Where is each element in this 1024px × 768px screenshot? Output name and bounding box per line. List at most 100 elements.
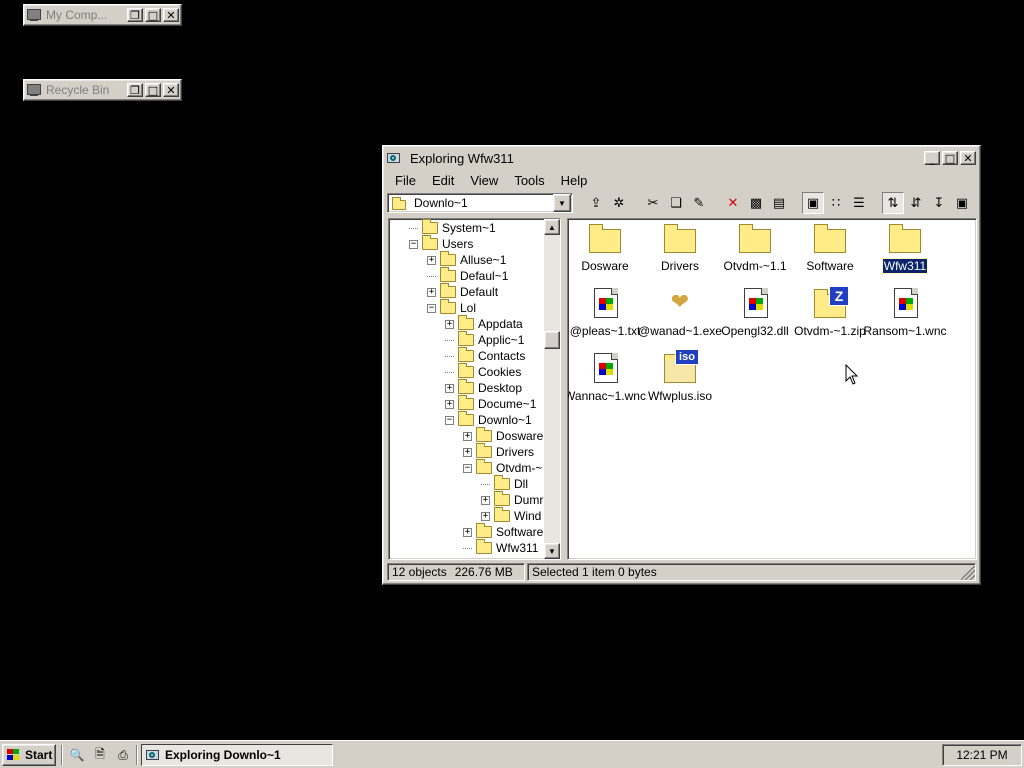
folder-icon	[813, 223, 847, 255]
expand-icon[interactable]: +	[463, 431, 472, 441]
expand-icon[interactable]: +	[427, 287, 436, 297]
tree-item[interactable]: + Dumr	[481, 491, 544, 508]
sort-by-date-button[interactable]: ▣	[951, 192, 973, 214]
expand-icon[interactable]: +	[463, 447, 472, 457]
file-item[interactable]: Dosware	[568, 223, 644, 273]
restore-button[interactable]: ❐	[127, 83, 143, 97]
paste-button[interactable]: ✎	[688, 192, 710, 214]
tree-item[interactable]: Contacts	[445, 347, 525, 364]
tree-item[interactable]: + Drivers	[463, 443, 534, 460]
sort-by-type-button[interactable]: ⇵	[905, 192, 927, 214]
file-item[interactable]: Drivers	[641, 223, 719, 273]
file-item[interactable]: ❤ @wanad~1.exe	[638, 288, 722, 339]
collapse-icon[interactable]: −	[427, 303, 436, 313]
small-icons-button[interactable]: ∷	[825, 192, 847, 214]
taskbar-item-exploring[interactable]: Exploring Downlo~1	[141, 744, 333, 766]
close-button[interactable]: ✕	[163, 83, 179, 97]
collapse-icon[interactable]: −	[445, 415, 454, 425]
tree-item[interactable]: Wfw311	[463, 539, 538, 556]
file-item[interactable]: Wannac~1.wnc	[568, 353, 646, 403]
menu-help[interactable]: Help	[553, 173, 596, 188]
file-item[interactable]: iso Wfwplus.iso	[641, 349, 719, 403]
map-network-drive-button[interactable]: ✲	[608, 192, 630, 214]
list-view-button[interactable]: ☰	[848, 192, 870, 214]
tree-item[interactable]: + Desktop	[445, 379, 522, 396]
close-button[interactable]: ✕	[163, 8, 179, 22]
tree-scrollbar[interactable]: ▲ ▼	[544, 219, 560, 559]
sort-by-size-button[interactable]: ↧	[928, 192, 950, 214]
minimized-window-my-computer[interactable]: My Comp... ❐ □ ✕	[23, 4, 182, 26]
tree-item[interactable]: Applic~1	[445, 331, 524, 348]
dropdown-arrow-icon[interactable]: ▼	[553, 194, 571, 212]
start-button[interactable]: Start	[2, 744, 56, 766]
minimized-window-recycle-bin[interactable]: Recycle Bin ❐ □ ✕	[23, 79, 182, 101]
address-combo[interactable]: Downlo~1 ▼	[387, 193, 573, 213]
printer-quicklaunch-icon[interactable]: ⎙	[114, 746, 132, 764]
menu-file[interactable]: File	[387, 173, 424, 188]
properties-button[interactable]: ▤	[768, 192, 790, 214]
scroll-thumb[interactable]	[544, 331, 560, 349]
clock[interactable]: 12:21 PM	[956, 748, 1007, 762]
cut-button[interactable]: ✂	[642, 192, 664, 214]
expand-icon[interactable]: +	[463, 527, 472, 537]
tree-item[interactable]: Cookies	[445, 363, 521, 380]
copy-button[interactable]: ❏	[665, 192, 687, 214]
tree-item[interactable]: + Dosware	[463, 427, 543, 444]
minimize-button[interactable]: _	[924, 151, 940, 165]
tree-item[interactable]: + Software	[463, 523, 543, 540]
file-item[interactable]: Ransom~1.wnc	[863, 288, 947, 338]
expand-icon[interactable]: +	[445, 399, 454, 409]
restore-button[interactable]: ❐	[127, 8, 143, 22]
expand-icon[interactable]: +	[445, 319, 454, 329]
file-item[interactable]: Otvdm-~1.1	[716, 223, 794, 273]
tree-item-label: Dumr	[514, 493, 544, 507]
title-bar[interactable]: Exploring Wfw311 _ □ ✕	[385, 148, 978, 168]
tree-item[interactable]: + Appdata	[445, 315, 523, 332]
tree-item[interactable]: − Users	[409, 235, 473, 252]
tree-item[interactable]: System~1	[409, 219, 496, 236]
system-tray: 12:21 PM	[942, 744, 1022, 766]
document-quicklaunch-icon[interactable]: 🗎	[91, 746, 109, 764]
tree-item[interactable]: Dll	[481, 475, 528, 492]
delete-button[interactable]: ✕	[722, 192, 744, 214]
file-item[interactable]: Z Otvdm-~1.zip	[791, 286, 869, 338]
sort-by-name-button[interactable]: ⇅	[882, 192, 904, 214]
tree-connector	[445, 371, 454, 373]
tree-item[interactable]: − Lol	[427, 299, 476, 316]
file-item[interactable]: Opengl32.dll	[716, 288, 794, 338]
tree-item[interactable]: Defaul~1	[427, 267, 508, 284]
collapse-icon[interactable]: −	[463, 463, 472, 473]
folder-icon	[458, 315, 474, 330]
expand-icon[interactable]: +	[427, 255, 436, 265]
expand-icon[interactable]: +	[481, 495, 490, 505]
tree-item[interactable]: + Wind	[481, 507, 541, 524]
maximize-button[interactable]: □	[145, 8, 161, 22]
explorer-quicklaunch-icon[interactable]: 🔍	[68, 746, 86, 764]
large-icons-button[interactable]: ▣	[802, 192, 824, 214]
close-button[interactable]: ✕	[960, 151, 976, 165]
resize-grip-icon[interactable]	[961, 566, 975, 580]
expand-icon[interactable]: +	[481, 511, 490, 521]
maximize-button[interactable]: □	[145, 83, 161, 97]
up-folder-button[interactable]: ⇪	[585, 192, 607, 214]
tree-item[interactable]: − Otvdm-~	[463, 459, 542, 476]
file-item[interactable]: Software	[791, 223, 869, 273]
folder-icon	[458, 363, 474, 378]
folder-icon	[458, 395, 474, 410]
file-item[interactable]: Wfw311	[866, 223, 944, 274]
maximize-button[interactable]: □	[942, 151, 958, 165]
menu-view[interactable]: View	[462, 173, 506, 188]
rename-button[interactable]: ▩	[745, 192, 767, 214]
tree-item[interactable]: + Alluse~1	[427, 251, 506, 268]
menu-tools[interactable]: Tools	[506, 173, 552, 188]
collapse-icon[interactable]: −	[409, 239, 418, 249]
tree-item[interactable]: + Default	[427, 283, 498, 300]
folder-tree[interactable]: System~1− Users + Alluse~1 Defaul~1 + Default −…	[388, 218, 561, 560]
scroll-down-icon[interactable]: ▼	[544, 543, 560, 559]
expand-icon[interactable]: +	[445, 383, 454, 393]
tree-item[interactable]: − Downlo~1	[445, 411, 532, 428]
scroll-up-icon[interactable]: ▲	[544, 219, 560, 235]
menu-edit[interactable]: Edit	[424, 173, 462, 188]
file-item[interactable]: @pleas~1.txt	[568, 288, 644, 338]
tree-item[interactable]: + Docume~1	[445, 395, 536, 412]
